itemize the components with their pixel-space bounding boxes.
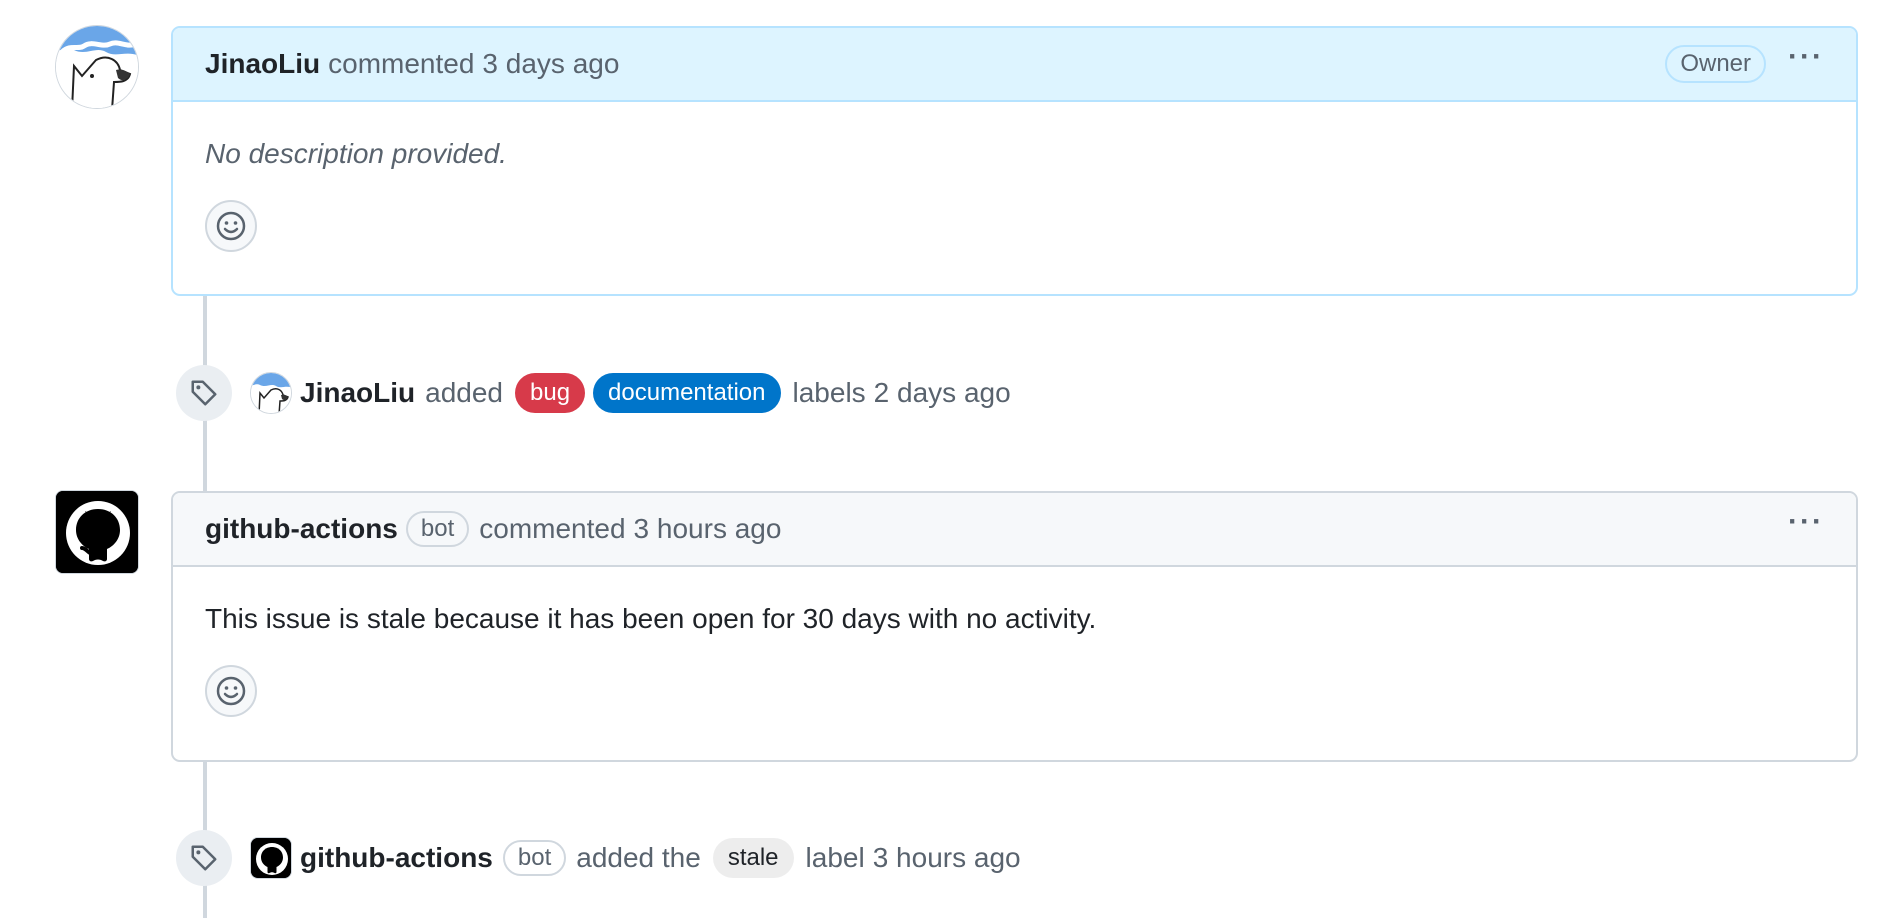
github-actions-avatar[interactable] — [55, 490, 139, 574]
comment-jinaoliu: JinaoLiu commented 3 days ago Owner ··· … — [171, 26, 1858, 296]
jinaoliu-mini-avatar[interactable] — [250, 372, 292, 414]
kebab-horizontal-icon[interactable]: ··· — [1788, 507, 1824, 551]
bot-badge: bot — [405, 511, 470, 547]
event-suffix: labels — [792, 377, 866, 408]
event-suffix: label — [805, 842, 865, 873]
label-documentation[interactable]: documentation — [593, 373, 781, 413]
smiley-icon — [216, 211, 246, 241]
jinaoliu-avatar[interactable] — [55, 25, 139, 109]
comment-author-link[interactable]: JinaoLiu — [205, 48, 320, 80]
comment-action: commented — [479, 513, 626, 544]
comment-body: No description provided. — [205, 138, 507, 169]
github-mark-icon — [56, 491, 138, 573]
comment-timestamp-link[interactable]: 3 hours ago — [634, 513, 782, 545]
label-event-jinaoliu: JinaoLiu added bug documentation labels … — [176, 365, 1011, 421]
comment-author-link[interactable]: github-actions — [205, 513, 398, 545]
owner-badge: Owner — [1665, 45, 1767, 83]
tag-icon-container — [176, 830, 232, 886]
github-actions-mini-avatar[interactable] — [250, 837, 292, 879]
smiley-icon — [216, 676, 246, 706]
event-action: added — [425, 377, 503, 408]
comment-header: JinaoLiu commented 3 days ago Owner ··· — [173, 28, 1856, 102]
event-action: added the — [576, 842, 701, 873]
comment-header: github-actions bot commented 3 hours ago… — [173, 493, 1856, 567]
label-bug[interactable]: bug — [515, 373, 586, 413]
bot-badge: bot — [502, 840, 567, 876]
tag-icon — [191, 380, 217, 406]
label-stale[interactable]: stale — [712, 838, 794, 878]
event-author-link[interactable]: JinaoLiu — [300, 377, 415, 409]
tag-icon — [191, 845, 217, 871]
add-reaction-button[interactable] — [205, 665, 257, 717]
kebab-horizontal-icon[interactable]: ··· — [1788, 42, 1824, 86]
comment-timestamp-link[interactable]: 3 days ago — [482, 48, 619, 80]
add-reaction-button[interactable] — [205, 200, 257, 252]
label-event-github-actions: github-actions bot added the stale label… — [176, 830, 1021, 886]
comment-action: commented — [328, 48, 475, 79]
event-timestamp-link[interactable]: 2 days ago — [874, 377, 1011, 409]
event-timestamp-link[interactable]: 3 hours ago — [873, 842, 1021, 874]
comment-body: This issue is stale because it has been … — [205, 603, 1097, 634]
comment-github-actions: github-actions bot commented 3 hours ago… — [171, 491, 1858, 762]
tag-icon-container — [176, 365, 232, 421]
event-author-link[interactable]: github-actions — [300, 842, 493, 874]
github-mark-icon — [251, 838, 291, 878]
